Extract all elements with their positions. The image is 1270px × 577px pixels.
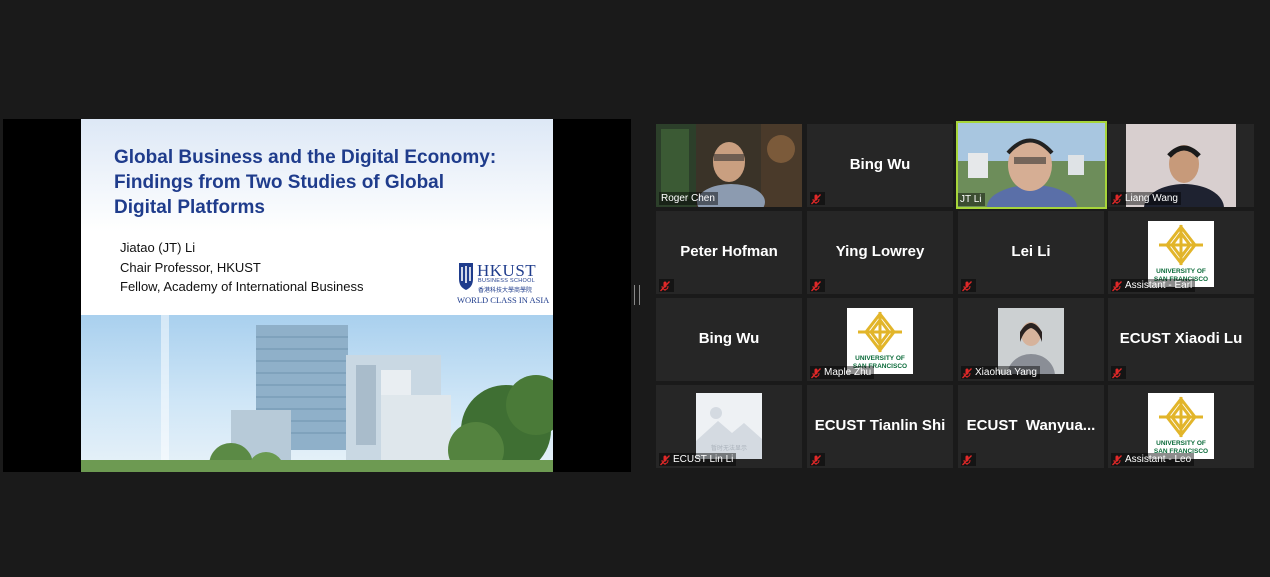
mic-muted-icon bbox=[1112, 454, 1122, 465]
participant-caption bbox=[659, 279, 674, 292]
participant-tile-active-speaker[interactable]: JT Li bbox=[956, 121, 1107, 209]
participant-display-name: Ying Lowrey bbox=[835, 243, 925, 260]
participant-tile[interactable]: ECUST Tianlin Shi bbox=[807, 385, 953, 468]
participant-tile[interactable]: ECUST Wanyua... bbox=[958, 385, 1104, 468]
participant-tile[interactable]: Bing Wu bbox=[656, 298, 802, 381]
mic-muted-icon bbox=[1112, 367, 1122, 378]
participant-caption bbox=[810, 453, 825, 466]
usf-emblem-icon bbox=[1159, 396, 1203, 438]
participant-caption: Xiaohua Yang bbox=[961, 366, 1040, 379]
mic-muted-icon bbox=[962, 280, 972, 291]
mic-muted-icon bbox=[811, 454, 821, 465]
hkust-crest-icon bbox=[459, 263, 473, 290]
mic-muted-icon bbox=[811, 193, 821, 204]
participant-display-name: ECUST Xiaodi Lu bbox=[1119, 330, 1243, 347]
participant-tile[interactable]: Bing Wu bbox=[807, 124, 953, 207]
participant-display-name: Bing Wu bbox=[698, 330, 760, 347]
participant-display-name: ECUST Tianlin Shi bbox=[814, 417, 946, 434]
split-view-divider-handle[interactable] bbox=[634, 285, 640, 305]
slide-role: Chair Professor, HKUST bbox=[120, 260, 261, 275]
participant-caption bbox=[810, 192, 825, 205]
usf-emblem-icon bbox=[1159, 224, 1203, 266]
slide-presenter: Jiatao (JT) Li bbox=[120, 240, 196, 255]
mic-muted-icon bbox=[962, 454, 972, 465]
participant-tile[interactable]: Lei Li bbox=[958, 211, 1104, 294]
participant-tile[interactable]: Liang Wang bbox=[1108, 124, 1254, 207]
participant-tile[interactable]: Xiaohua Yang bbox=[958, 298, 1104, 381]
participant-caption bbox=[961, 279, 976, 292]
shared-screen[interactable]: Global Business and the Digital Economy:… bbox=[3, 119, 631, 472]
profile-photo-illustration bbox=[998, 308, 1064, 381]
hkust-logo: HKUST BUSINESS SCHOOL 香港科技大學商學院 WORLD CL… bbox=[457, 261, 550, 305]
slide-fellow: Fellow, Academy of International Busines… bbox=[120, 279, 364, 294]
participant-display-name: ECUST Wanyua... bbox=[966, 417, 1096, 434]
usf-emblem-icon bbox=[858, 311, 902, 353]
participant-caption: ECUST Lin Li bbox=[659, 453, 737, 466]
participant-tile[interactable]: ECUST Xiaodi Lu bbox=[1108, 298, 1254, 381]
participant-tile[interactable]: 暂时无法显示 ECUST Lin Li bbox=[656, 385, 802, 468]
participant-photo bbox=[998, 308, 1064, 381]
presentation-slide: Global Business and the Digital Economy:… bbox=[81, 119, 553, 472]
mic-muted-icon bbox=[660, 280, 670, 291]
campus-building-illustration bbox=[81, 315, 553, 472]
participant-caption bbox=[810, 279, 825, 292]
usf-logo: UNIVERSITY OF SAN FRANCISCO bbox=[1148, 221, 1214, 287]
participant-caption: Assistant - Earl bbox=[1111, 279, 1196, 292]
mic-muted-icon bbox=[1112, 193, 1122, 204]
participant-tile[interactable]: UNIVERSITY OF SAN FRANCISCO Assistant - … bbox=[1108, 211, 1254, 294]
usf-logo: UNIVERSITY OF SAN FRANCISCO bbox=[847, 308, 913, 374]
participant-display-name: Peter Hofman bbox=[680, 243, 778, 260]
participant-tile[interactable]: Ying Lowrey bbox=[807, 211, 953, 294]
mic-muted-icon bbox=[660, 454, 670, 465]
participant-caption: Roger Chen bbox=[659, 192, 718, 205]
usf-logo: UNIVERSITY OF SAN FRANCISCO bbox=[1148, 393, 1214, 459]
participant-tile[interactable]: Peter Hofman bbox=[656, 211, 802, 294]
participant-caption: Maple Zhu bbox=[810, 366, 875, 379]
participant-tile[interactable]: UNIVERSITY OF SAN FRANCISCO Assistant - … bbox=[1108, 385, 1254, 468]
participant-display-name: Lei Li bbox=[1011, 243, 1051, 260]
participant-tile[interactable]: UNIVERSITY OF SAN FRANCISCO Maple Zhu bbox=[807, 298, 953, 381]
participant-caption: Liang Wang bbox=[1111, 192, 1181, 205]
mic-muted-icon bbox=[811, 367, 821, 378]
mic-muted-icon bbox=[811, 280, 821, 291]
mic-muted-icon bbox=[1112, 280, 1122, 291]
participant-display-name: Bing Wu bbox=[849, 156, 911, 173]
image-placeholder: 暂时无法显示 bbox=[696, 393, 762, 459]
campus-building-image bbox=[81, 315, 553, 472]
slide-title: Global Business and the Digital Economy:… bbox=[114, 147, 497, 218]
participant-caption bbox=[961, 453, 976, 466]
participant-tile[interactable]: Roger Chen bbox=[656, 124, 802, 207]
participant-caption: JT Li bbox=[958, 193, 985, 206]
participant-caption bbox=[1111, 366, 1126, 379]
participant-caption: Assistant - Leo bbox=[1111, 453, 1195, 466]
mic-muted-icon bbox=[962, 367, 972, 378]
